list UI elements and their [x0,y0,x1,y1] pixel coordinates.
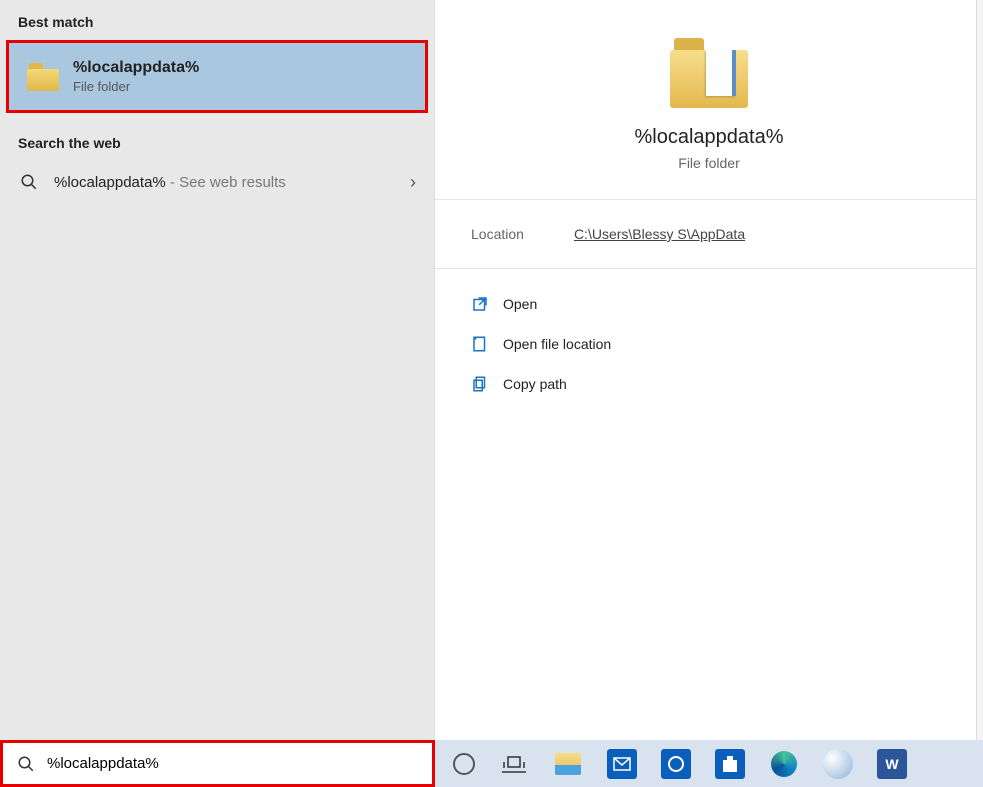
action-open-location[interactable]: Open file location [465,327,953,361]
search-bar[interactable] [0,740,435,787]
word-icon[interactable]: W [877,749,907,779]
action-copy-path-label: Copy path [503,376,567,392]
search-results-panel: Best match %localappdata% File folder Se… [0,0,435,740]
search-web-result[interactable]: %localappdata% - See web results › [0,159,434,205]
preview-panel: %localappdata% File folder Location C:\U… [435,0,983,740]
folder-icon [27,63,59,91]
cortana-icon[interactable] [453,753,475,775]
best-match-result[interactable]: %localappdata% File folder [6,40,428,113]
taskbar: W [435,740,983,787]
file-explorer-icon[interactable] [553,749,583,779]
web-query: %localappdata% [54,174,166,191]
action-open-label: Open [503,296,537,312]
action-copy-path[interactable]: Copy path [465,367,953,401]
chrome-icon[interactable] [823,749,853,779]
search-icon [18,171,40,193]
search-web-header: Search the web [0,121,434,159]
chevron-right-icon: › [410,172,416,193]
mail-icon[interactable] [607,749,637,779]
store-icon[interactable] [715,749,745,779]
folder-icon [670,38,748,108]
open-location-icon [471,335,489,353]
scrollbar-track[interactable] [976,0,983,740]
search-input[interactable] [47,755,420,772]
preview-title: %localappdata% [635,126,784,149]
location-path[interactable]: C:\Users\Blessy S\AppData [574,226,745,242]
open-icon [471,295,489,313]
location-label: Location [471,226,524,242]
edge-icon[interactable] [769,749,799,779]
best-match-header: Best match [0,0,434,38]
preview-subtitle: File folder [678,155,739,171]
web-suffix: - See web results [166,174,286,191]
dell-icon[interactable] [661,749,691,779]
task-view-icon[interactable] [499,749,529,779]
best-match-title: %localappdata% [73,59,199,77]
search-icon [15,753,37,775]
action-open[interactable]: Open [465,287,953,321]
action-open-location-label: Open file location [503,336,611,352]
best-match-subtitle: File folder [73,79,199,94]
copy-icon [471,375,489,393]
